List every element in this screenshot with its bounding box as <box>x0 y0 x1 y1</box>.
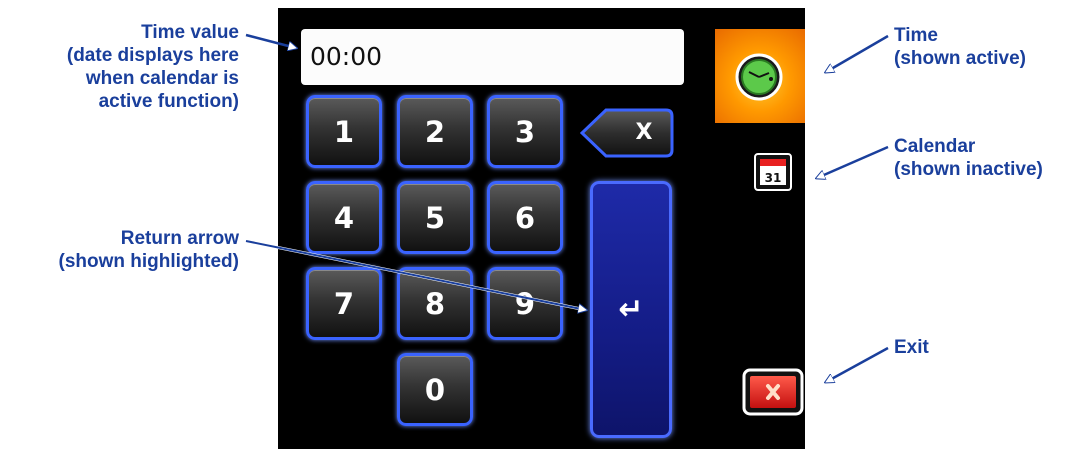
callout-return-arrow-line-2: (shown highlighted) <box>58 251 239 272</box>
key-0[interactable]: 0 <box>397 353 473 426</box>
arrow-calendar <box>817 145 889 178</box>
callout-calendar-line-1: Calendar <box>894 136 976 157</box>
calendar-day-text: 31 <box>765 171 782 185</box>
calendar-mode-button[interactable]: 31 <box>754 153 792 191</box>
arrow-time <box>826 34 889 72</box>
close-icon <box>742 368 804 416</box>
key-9[interactable]: 9 <box>487 267 563 340</box>
key-3[interactable]: 3 <box>487 95 563 168</box>
callout-time-value-line-4: active function) <box>98 91 239 112</box>
callout-time-line-1: Time <box>894 25 939 46</box>
device-screen: 00:00 1 2 3 4 5 6 7 8 9 0 X ↵ 31 <box>278 8 805 449</box>
clock-icon <box>735 53 783 101</box>
exit-button[interactable] <box>742 368 804 416</box>
calendar-icon: 31 <box>754 153 792 191</box>
callout-time-value-line-1: Time value <box>141 22 239 43</box>
key-6[interactable]: 6 <box>487 181 563 254</box>
key-7[interactable]: 7 <box>306 267 382 340</box>
callout-time-value-line-3: when calendar is <box>85 68 239 89</box>
backspace-button[interactable]: X <box>579 108 674 158</box>
key-1[interactable]: 1 <box>306 95 382 168</box>
callout-time-line-2: (shown active) <box>894 48 1026 69</box>
return-arrow-button[interactable]: ↵ <box>590 181 672 438</box>
callout-time-value: Time value (date displays here when cale… <box>40 21 239 113</box>
arrow-exit <box>826 346 889 382</box>
return-arrow-icon: ↵ <box>618 292 644 327</box>
callout-exit-line-1: Exit <box>894 337 929 358</box>
callout-time: Time (shown active) <box>894 24 1074 70</box>
backspace-label: X <box>635 120 653 145</box>
callout-calendar: Calendar (shown inactive) <box>894 135 1084 181</box>
callout-return-arrow-line-1: Return arrow <box>120 228 239 249</box>
key-2[interactable]: 2 <box>397 95 473 168</box>
callout-calendar-line-2: (shown inactive) <box>894 159 1043 180</box>
key-8[interactable]: 8 <box>397 267 473 340</box>
key-5[interactable]: 5 <box>397 181 473 254</box>
callout-time-value-line-2: (date displays here <box>66 45 239 66</box>
key-4[interactable]: 4 <box>306 181 382 254</box>
callout-return-arrow: Return arrow (shown highlighted) <box>0 227 239 273</box>
time-mode-button[interactable] <box>715 29 805 123</box>
time-value-field[interactable]: 00:00 <box>301 29 684 85</box>
callout-exit: Exit <box>894 336 1014 359</box>
